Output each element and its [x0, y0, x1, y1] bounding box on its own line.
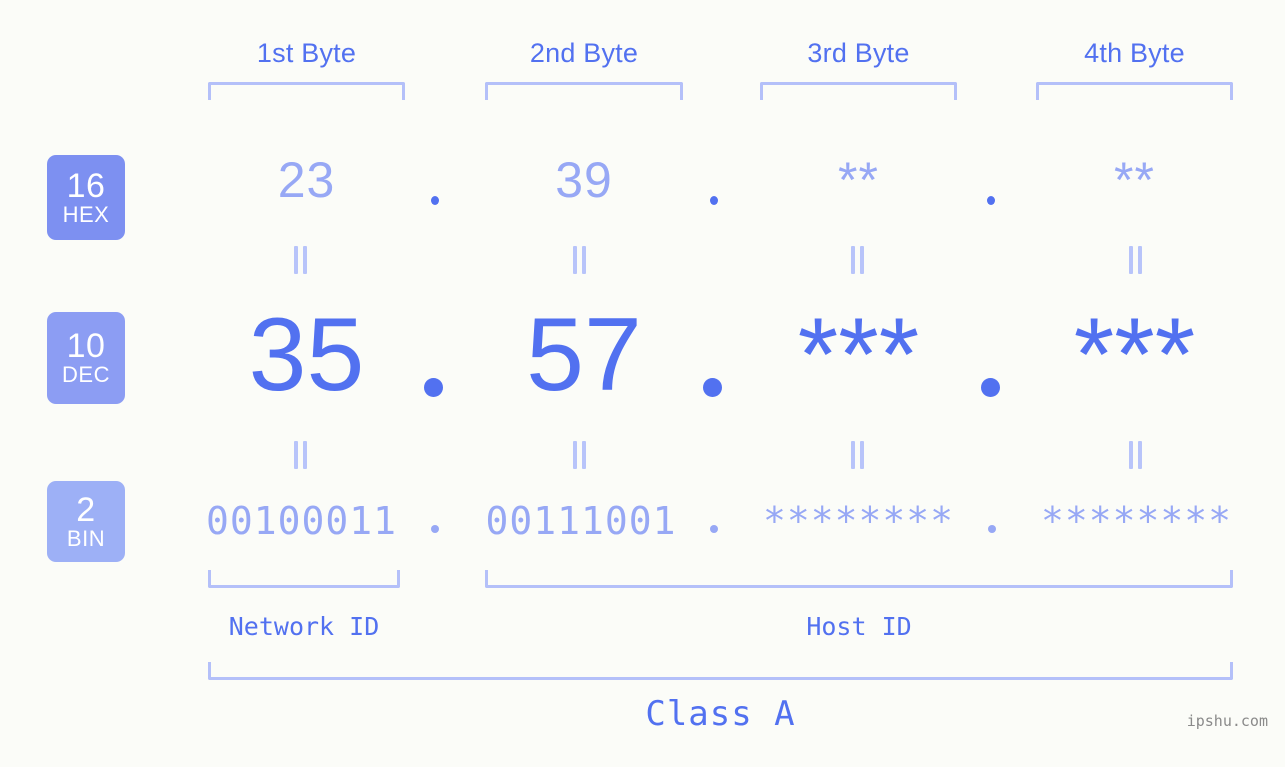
equals-mark-dec-bin-3	[850, 441, 866, 469]
base-badge-hex-number: 16	[66, 166, 106, 205]
host-id-bracket	[485, 570, 1233, 588]
byte-bracket-4	[1036, 82, 1233, 100]
base-badge-bin: 2 BIN	[47, 481, 125, 562]
network-id-bracket	[208, 570, 400, 588]
bin-octet-2: 00111001	[485, 499, 677, 543]
bin-separator-dot-1	[431, 525, 439, 533]
class-bracket	[208, 662, 1233, 680]
dec-octet-3: ***	[797, 297, 920, 413]
equals-mark-dec-bin-2	[572, 441, 588, 469]
site-watermark: ipshu.com	[1186, 712, 1268, 730]
bin-octet-4: ********	[1040, 499, 1233, 543]
equals-mark-hex-dec-4	[1128, 246, 1144, 274]
dec-separator-dot-3	[981, 378, 1000, 397]
base-badge-hex-name: HEX	[62, 201, 110, 227]
base-badge-dec-number: 10	[66, 327, 106, 365]
base-badge-bin-name: BIN	[66, 525, 106, 551]
bin-separator-dot-2	[710, 525, 718, 533]
byte-header-2: 2nd Byte	[529, 38, 639, 68]
dec-octet-1: 35	[248, 297, 365, 413]
hex-separator-dot-2	[710, 196, 718, 205]
hex-octet-2: 39	[555, 152, 613, 208]
base-badge-bin-number: 2	[76, 490, 96, 529]
ip-address-breakdown-diagram: 1st Byte 2nd Byte 3rd Byte 4th Byte 16 H…	[0, 0, 1285, 767]
bin-octet-3: ********	[762, 499, 955, 543]
byte-bracket-1	[208, 82, 405, 100]
base-badge-dec: 10 DEC	[47, 312, 125, 404]
byte-header-1: 1st Byte	[256, 38, 357, 68]
equals-mark-hex-dec-2	[572, 246, 588, 274]
dec-separator-dot-2	[703, 378, 722, 397]
byte-bracket-3	[760, 82, 957, 100]
bin-octet-1: 00100011	[205, 499, 398, 543]
dec-octet-2: 57	[526, 297, 642, 413]
hex-separator-dot-1	[431, 196, 439, 205]
byte-header-3: 3rd Byte	[807, 38, 910, 68]
hex-separator-dot-3	[987, 196, 995, 205]
dec-separator-dot-1	[424, 378, 443, 397]
hex-octet-3: **	[838, 152, 879, 208]
equals-mark-hex-dec-3	[850, 246, 866, 274]
base-badge-dec-name: DEC	[62, 362, 110, 387]
base-badge-hex: 16 HEX	[47, 155, 125, 240]
network-id-label: Network ID	[228, 612, 380, 641]
equals-mark-hex-dec-1	[293, 246, 309, 274]
dec-octet-4: ***	[1073, 297, 1196, 413]
byte-header-4: 4th Byte	[1084, 38, 1185, 68]
class-label: Class A	[645, 694, 796, 734]
byte-bracket-2	[485, 82, 683, 100]
equals-mark-dec-bin-1	[293, 441, 309, 469]
hex-octet-1: 23	[277, 152, 336, 208]
host-id-label: Host ID	[806, 612, 912, 641]
bin-separator-dot-3	[988, 525, 996, 533]
hex-octet-4: **	[1114, 152, 1155, 208]
equals-mark-dec-bin-4	[1128, 441, 1144, 469]
